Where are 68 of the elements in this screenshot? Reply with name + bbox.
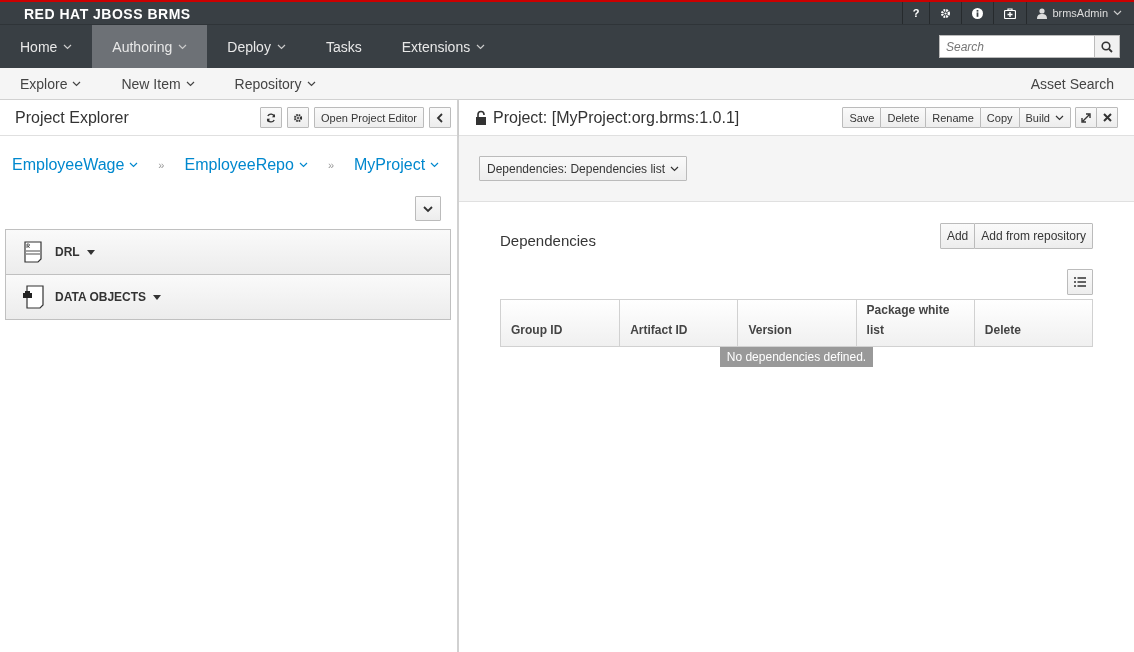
submenu-item[interactable]: Explore [0,75,102,92]
collapse-button[interactable] [429,107,451,128]
refresh-button[interactable] [260,107,282,128]
chevron-down-icon [185,80,195,87]
breadcrumb-link[interactable]: MyProject [354,156,440,174]
chevron-down-icon [670,165,680,172]
caret-icon [86,249,95,255]
panel-title: Project Explorer [15,108,129,127]
nav-menu-item[interactable]: Deploy [207,25,306,68]
breadcrumb-link[interactable]: EmployeeWage [12,156,139,174]
editor-title: Project: [MyProject:org.brms:1.0.1] [493,108,740,127]
column-picker-button[interactable] [1067,269,1093,295]
rule-file-icon [24,241,42,263]
column-header: Delete [973,300,1092,346]
toolbar-button[interactable]: Build [1018,107,1071,128]
close-button[interactable] [1096,107,1118,128]
view-selector-dropdown[interactable]: Dependencies: Dependencies list [479,156,688,181]
lock-icon [475,110,487,125]
breadcrumb-link[interactable]: EmployeeRepo [184,156,308,174]
expand-arrows-icon [1081,112,1091,123]
nav-menu-item[interactable]: Authoring [92,25,208,68]
toolbar-button[interactable]: Copy [979,107,1020,128]
settings-button[interactable] [287,107,309,128]
nav-menu-item[interactable]: Tasks [305,25,382,68]
column-header: Version [737,300,856,346]
section-title: Dependencies [500,231,596,249]
expand-button[interactable] [415,196,441,221]
nav-menu-item[interactable]: Extensions [381,25,506,68]
user-icon [1037,7,1048,19]
toolbar-button[interactable]: Rename [925,107,981,128]
caret-icon [153,294,162,300]
column-header: Package white list [855,300,974,346]
submenu-item[interactable]: Repository [214,75,336,92]
chevron-left-icon [436,112,444,123]
package-group-header[interactable]: DATA OBJECTS [6,275,450,319]
search-icon [1101,40,1113,53]
asset-search-link[interactable]: Asset Search [1010,75,1134,92]
package-group-header[interactable]: DRL [6,230,450,275]
briefcase-icon [1004,7,1017,19]
settings-icon [293,112,303,123]
maximize-button[interactable] [1075,107,1097,128]
toolbar-button[interactable]: Delete [880,107,927,128]
search-field[interactable]: Search [939,35,1094,58]
settings-icon [940,7,952,19]
empty-table-message: No dependencies defined. [719,347,874,367]
breadcrumb-separator: » [327,159,334,171]
chevron-down-icon [306,80,316,87]
search-button[interactable] [1094,35,1120,58]
add-button[interactable]: Add [939,222,976,249]
chevron-down-icon [1113,10,1122,16]
list-icon [1074,277,1086,287]
submenu-item[interactable]: New Item [101,75,215,92]
chevron-down-icon [298,162,308,168]
chevron-down-icon [72,80,82,87]
info-icon [972,7,984,19]
add-button[interactable]: Add from repository [974,222,1093,249]
data-object-file-icon [22,285,44,309]
nav-menu-item[interactable]: Home [0,25,93,68]
refresh-icon [266,112,276,123]
chevron-down-icon [430,162,440,168]
brand-logo: RED HAT JBOSS BRMS [23,5,191,24]
open-project-editor-button[interactable]: Open Project Editor [314,107,424,128]
close-icon [1102,113,1112,122]
chevron-down-icon [129,162,139,168]
chevron-down-icon [423,204,433,213]
column-header: Artifact ID [619,300,738,346]
toolbar-button[interactable]: Save [842,107,882,128]
breadcrumb-separator: » [158,159,165,171]
